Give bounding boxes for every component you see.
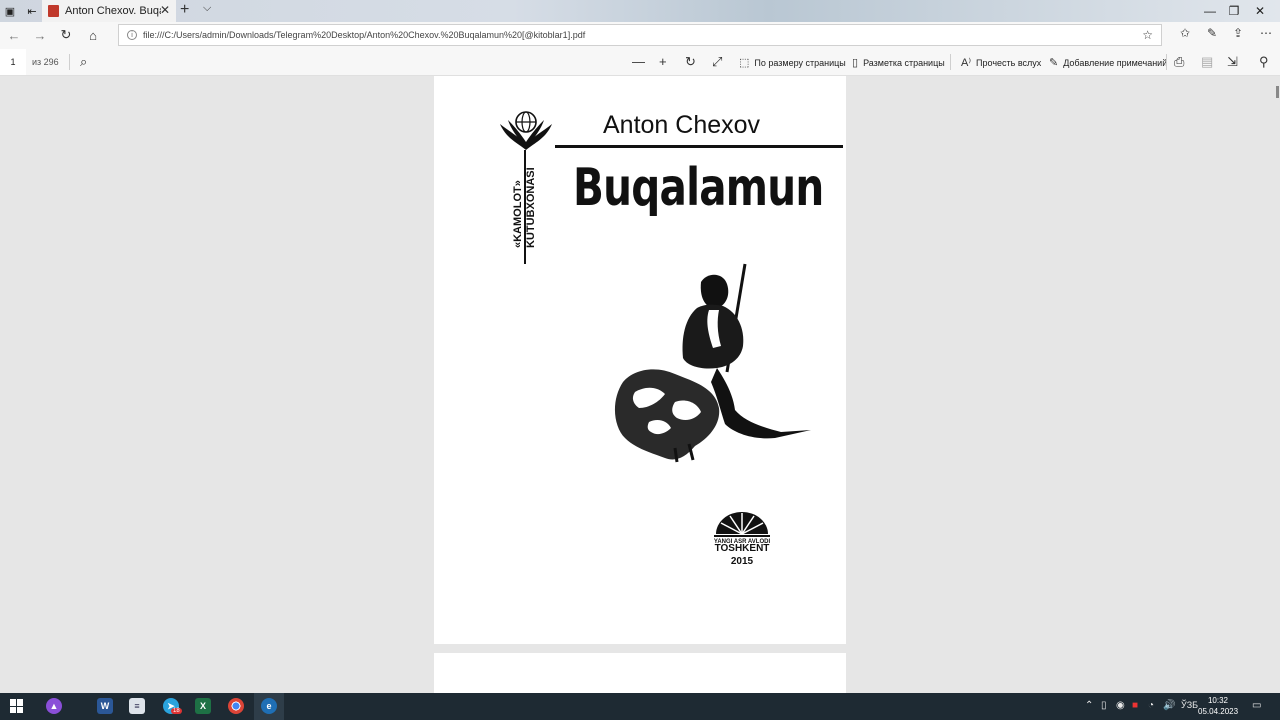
excel-icon[interactable]: X (195, 698, 211, 714)
pen-icon[interactable]: ✎ (1207, 26, 1217, 40)
add-notes-button[interactable]: ✎ Добавление примечаний (1049, 56, 1167, 69)
print-icon[interactable]: ⎙ (1174, 54, 1184, 70)
kamolot-lotus-logo (500, 111, 552, 150)
volume-icon[interactable]: 🔊 (1163, 700, 1175, 711)
notifications-icon[interactable]: ▭ (1252, 700, 1261, 711)
rotate-icon[interactable]: ↻ (685, 54, 696, 70)
share-icon[interactable]: ⇪ (1233, 26, 1243, 40)
add-notes-label: Добавление примечаний (1063, 57, 1168, 68)
telegram-badge: 18 (171, 708, 182, 714)
navigation-bar: ← → ↻ ⌂ i file:///C:/Users/admin/Downloa… (0, 22, 1280, 48)
language-indicator[interactable]: ЎЗБ (1181, 700, 1198, 710)
read-aloud-icon: A⁾ (961, 57, 972, 69)
tab-title: Anton Chexov. Buqalam (65, 5, 161, 17)
fit-page-icon: ⬚ (739, 57, 750, 69)
windows-start-icon[interactable] (10, 699, 24, 713)
pdf-toolbar: 1 из 296 ⌕ — + ↻ ⤢ ⬚ По размеру страницы… (0, 48, 1280, 76)
save-as-icon[interactable]: ⇲ (1227, 54, 1238, 70)
chrome-icon[interactable] (228, 698, 244, 714)
page-total: из 296 (32, 57, 59, 67)
divider (950, 54, 951, 70)
publication-year: 2015 (730, 556, 754, 567)
notepad-icon[interactable]: ≡ (129, 698, 145, 714)
book-title: Buqalamun (573, 158, 824, 218)
series-label: «KAMOLOT» KUTUBXONASI (512, 167, 538, 248)
tray-chevron-icon[interactable]: ⌃ (1085, 700, 1093, 711)
series-line-2: KUTUBXONASI (525, 167, 537, 248)
publisher-sun-logo (714, 512, 770, 537)
antivirus-icon[interactable]: ■ (1132, 700, 1138, 711)
info-icon[interactable]: i (127, 30, 137, 40)
divider (69, 54, 70, 70)
favorite-star-icon[interactable]: ☆ (1142, 28, 1153, 42)
pin-icon[interactable]: ⚲ (1259, 54, 1269, 70)
fit-page-label: По размеру страницы (754, 57, 846, 68)
edge-icon[interactable]: e (261, 698, 277, 714)
clock-time: 10:32 (1207, 696, 1229, 705)
pdf-page-2 (434, 653, 846, 693)
tab-actions-icon[interactable]: ▣ (0, 0, 20, 22)
book-author: Anton Chexov (603, 111, 761, 139)
fit-page-button[interactable]: ⬚ По размеру страницы (739, 56, 846, 69)
tab-list-chevron-icon[interactable]: ⌵ (203, 2, 211, 15)
close-window-button[interactable]: ✕ (1240, 0, 1280, 22)
address-url: file:///C:/Users/admin/Downloads/Telegra… (143, 30, 586, 40)
title-bar: ▣ ⇤ Anton Chexov. Buqalam ✕ + ⌵ — ❐ ✕ (0, 0, 1280, 22)
forward-icon[interactable]: → (30, 26, 50, 44)
series-line-1: «KAMOLOT» (512, 180, 524, 248)
clock[interactable]: 10:32 05.04.2023 (1198, 695, 1238, 717)
read-aloud-button[interactable]: A⁾ Прочесть вслух (961, 56, 1041, 69)
back-icon[interactable]: ← (4, 26, 24, 44)
page-layout-label: Разметка страницы (863, 57, 945, 68)
alice-assistant-icon[interactable]: ▲ (46, 698, 62, 714)
tab-back-icon[interactable]: ⇤ (22, 0, 42, 22)
scrollbar-thumb[interactable] (1276, 86, 1279, 98)
page-layout-button[interactable]: ▯ Разметка страницы (852, 56, 945, 69)
draw-icon: ✎ (1049, 57, 1059, 69)
home-icon[interactable]: ⌂ (83, 26, 103, 44)
browser-tab[interactable]: Anton Chexov. Buqalam ✕ (42, 0, 176, 22)
search-icon[interactable]: ⌕ (80, 54, 87, 70)
cloud-icon[interactable]: ◉ (1116, 700, 1125, 711)
more-icon[interactable]: ⋯ (1260, 26, 1272, 40)
fullscreen-icon[interactable]: ⤢ (712, 54, 722, 70)
word-icon[interactable]: W (97, 698, 113, 714)
battery-icon[interactable]: ▯ (1101, 700, 1107, 711)
read-aloud-label: Прочесть вслух (976, 57, 1042, 68)
page-layout-icon: ▯ (852, 57, 859, 69)
refresh-icon[interactable]: ↻ (56, 26, 76, 44)
zoom-out-icon[interactable]: — (632, 54, 645, 69)
page-number-input[interactable]: 1 (0, 49, 26, 75)
zoom-in-icon[interactable]: + (659, 54, 667, 69)
pdf-icon (48, 5, 59, 17)
network-icon[interactable]: ◔ (1148, 700, 1154, 711)
taskbar: ▲ W ≡ ➤ 18 X e ⌃ ▯ ◉ ■ ◔ 🔊 ЎЗБ 10:32 05.… (0, 693, 1280, 720)
title-rule (555, 145, 843, 148)
divider (1166, 54, 1167, 70)
cover-illustration (614, 263, 811, 463)
favorites-icon[interactable]: ✩ (1180, 26, 1190, 40)
address-bar[interactable]: i file:///C:/Users/admin/Downloads/Teleg… (118, 24, 1162, 46)
new-tab-button[interactable]: + (180, 1, 189, 19)
clock-date: 05.04.2023 (1198, 707, 1239, 716)
save-icon[interactable]: ▤ (1201, 54, 1213, 70)
tab-close-icon[interactable]: ✕ (160, 3, 170, 17)
publication-city: TOSHKENT (714, 543, 770, 554)
